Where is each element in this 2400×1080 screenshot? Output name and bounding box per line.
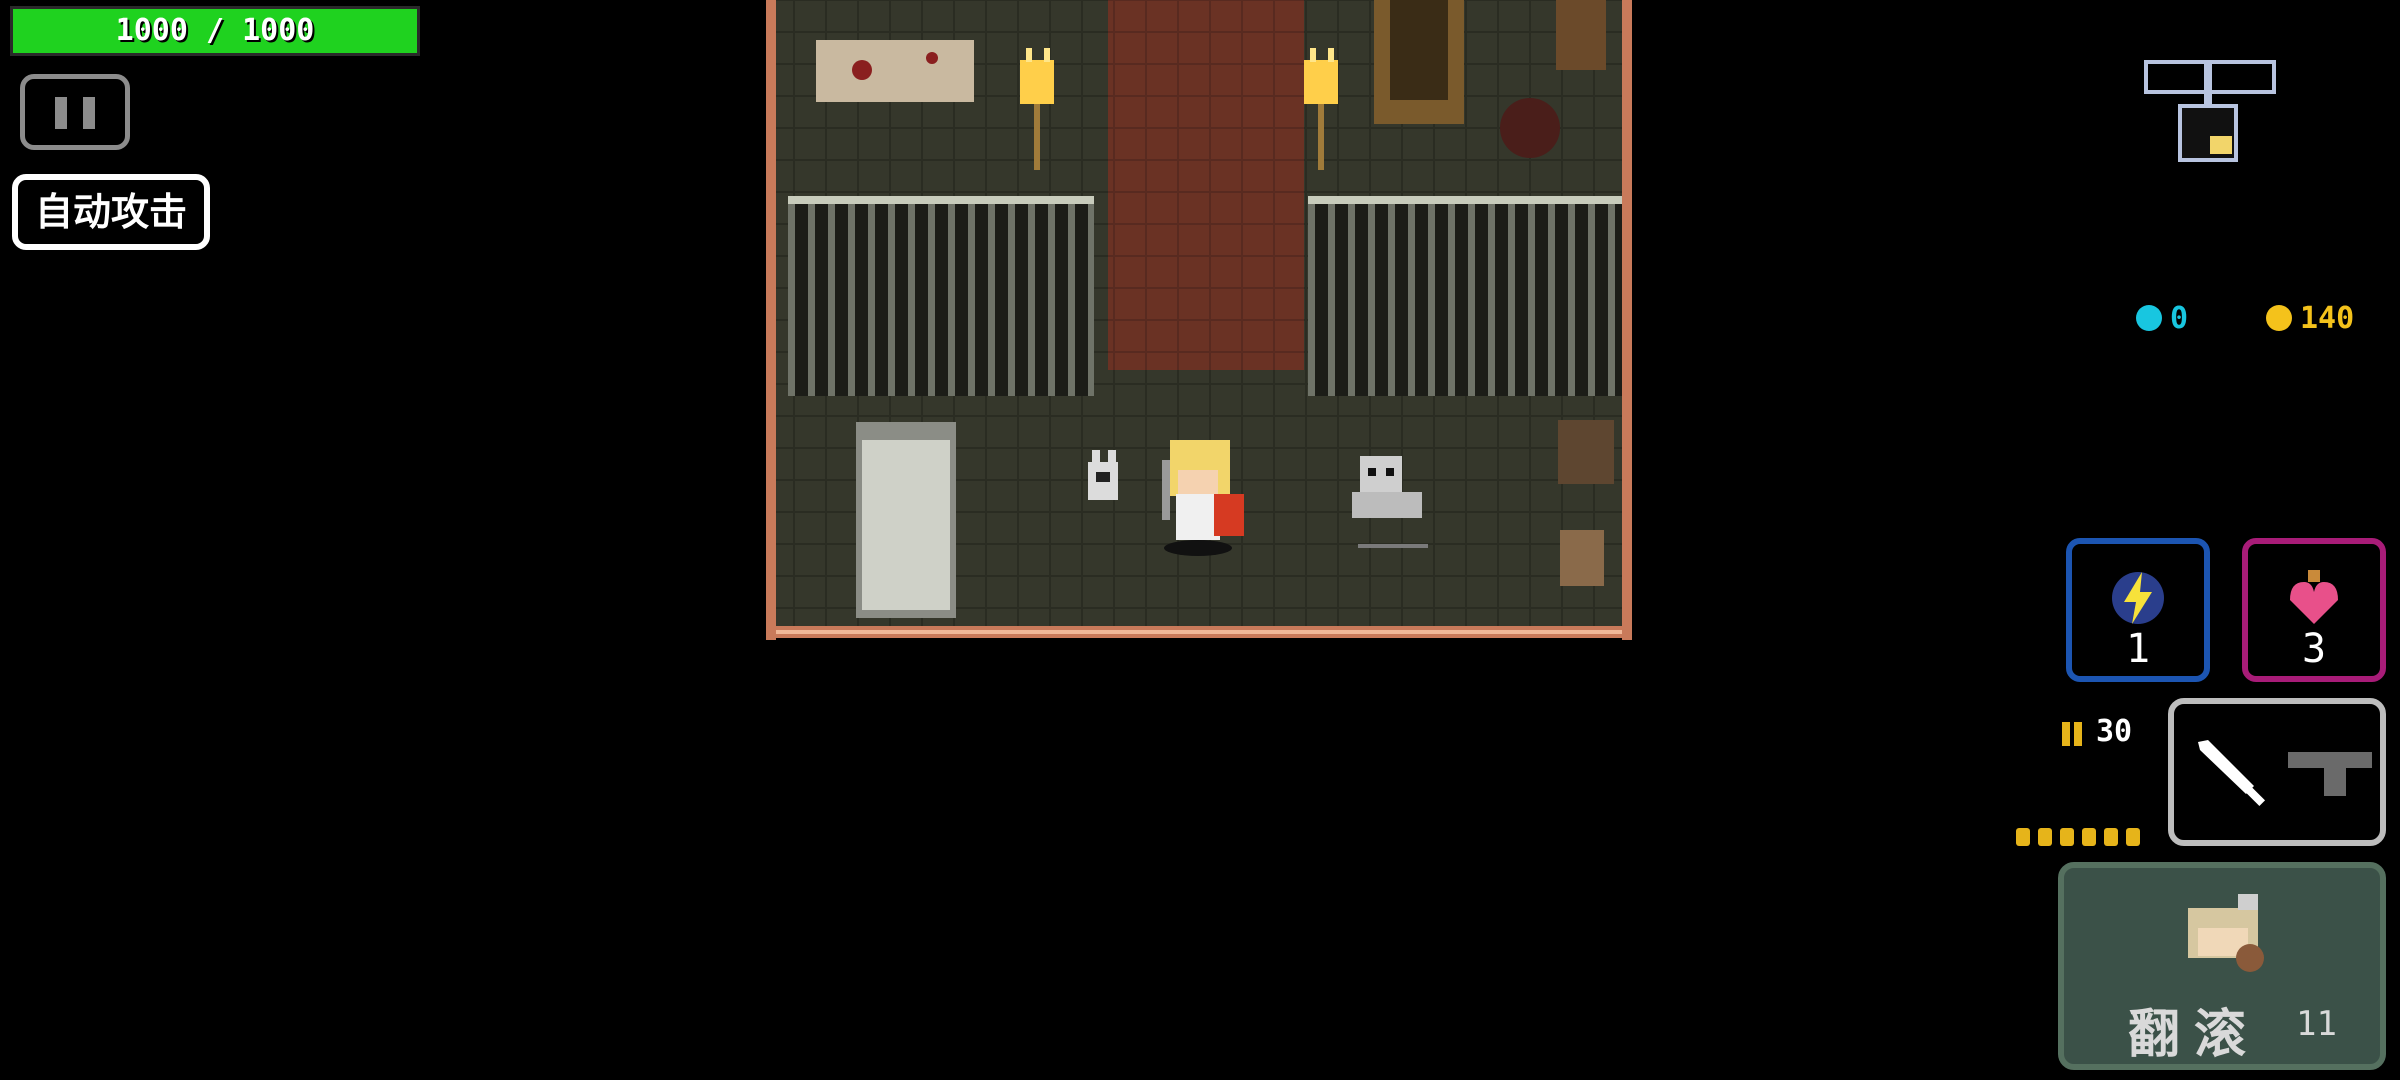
potion-slot[interactable]: 3: [2242, 538, 2386, 682]
ammo-pip: [2082, 828, 2096, 846]
roll-character-icon: [2188, 894, 2264, 972]
bullet-icon: [2062, 721, 2082, 746]
ammo-counter: 30: [2060, 714, 2132, 749]
gold-value: 140: [2300, 300, 2355, 336]
gold-counter: 140: [2266, 298, 2354, 338]
ammo-value: 30: [2096, 714, 2133, 749]
pause-icon: [55, 97, 67, 129]
skill-slot[interactable]: 1: [2066, 538, 2210, 682]
roll-count: 11: [2296, 1004, 2337, 1044]
energy-value: 0: [2170, 300, 2189, 336]
energy-icon: [2136, 305, 2162, 331]
potion-count: 3: [2301, 626, 2327, 672]
dungeon-room: [766, 0, 1632, 640]
auto-attack-button[interactable]: 自动攻击: [12, 174, 210, 250]
lightning-icon: [2112, 572, 2164, 624]
roll-label: 翻滚: [2128, 1005, 2261, 1065]
pistol-icon: [2288, 752, 2372, 796]
skill-count: 1: [2125, 626, 2151, 672]
ammo-pip: [2104, 828, 2118, 846]
ammo-pips: [2016, 828, 2140, 846]
energy-counter: 0: [2136, 298, 2188, 338]
weapon-switch-button[interactable]: [2168, 698, 2386, 846]
sword-icon: [2198, 740, 2266, 807]
coin-icon: [2266, 305, 2292, 331]
health-potion-icon: [2290, 570, 2338, 624]
health-text: 1000 / 1000: [115, 13, 315, 48]
pause-button[interactable]: [20, 74, 130, 150]
minimap: [2144, 60, 2276, 162]
ammo-pip: [2038, 828, 2052, 846]
ammo-pip: [2016, 828, 2030, 846]
roll-button[interactable]: 翻滚 11: [2058, 862, 2386, 1070]
health-bar: 1000 / 1000: [10, 6, 420, 56]
ammo-pip: [2060, 828, 2074, 846]
ammo-pip: [2126, 828, 2140, 846]
